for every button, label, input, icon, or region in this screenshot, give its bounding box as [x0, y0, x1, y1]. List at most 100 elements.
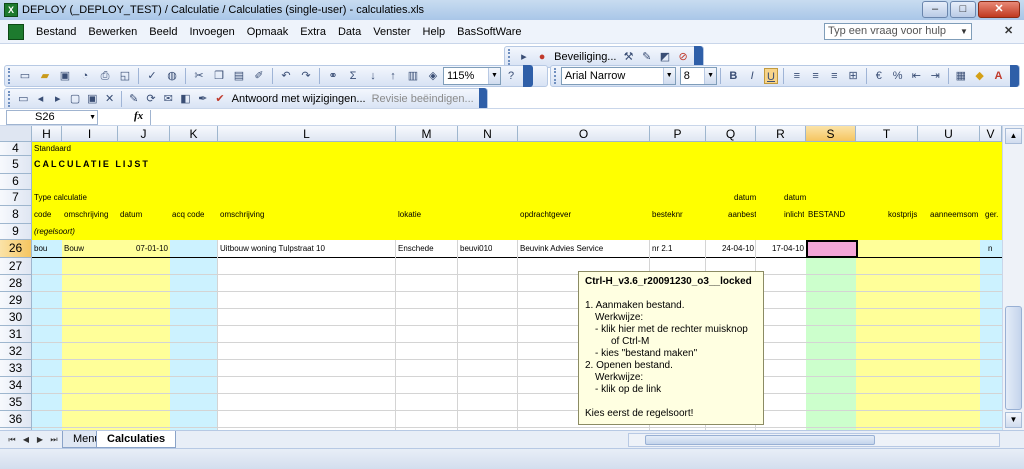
research-icon[interactable]: ◍: [164, 68, 180, 84]
col-header-t[interactable]: T: [856, 126, 918, 142]
row-header-30[interactable]: 30: [0, 309, 32, 326]
cell-v26[interactable]: n: [988, 244, 992, 253]
menu-beeld[interactable]: Beeld: [143, 26, 183, 38]
row-header-28[interactable]: 28: [0, 275, 32, 292]
vertical-scroll-thumb[interactable]: [1005, 306, 1022, 410]
row-header-7[interactable]: 7: [0, 190, 32, 206]
col-header-v[interactable]: V: [980, 126, 1002, 142]
next-comment-icon[interactable]: ▸: [51, 91, 64, 107]
selected-cell-s26[interactable]: [806, 240, 858, 258]
horizontal-scroll-thumb[interactable]: [645, 435, 875, 445]
row-header-35[interactable]: 35: [0, 394, 32, 411]
copy-icon[interactable]: ❐: [211, 68, 227, 84]
toolbar-grip[interactable]: [554, 68, 558, 84]
sort-ascending-icon[interactable]: ↓: [365, 68, 381, 84]
merge-center-icon[interactable]: ⊞: [846, 68, 861, 84]
underline-button[interactable]: U: [763, 68, 779, 84]
cell-j26[interactable]: 07-01-10: [118, 244, 168, 253]
open-folder-icon[interactable]: ▰: [37, 68, 53, 84]
permission-icon[interactable]: ◔: [77, 68, 93, 84]
pen-icon[interactable]: ✒: [196, 91, 209, 107]
undo-icon[interactable]: ↶: [278, 68, 294, 84]
autosum-icon[interactable]: Σ: [345, 68, 361, 84]
align-center-icon[interactable]: ≡: [808, 68, 823, 84]
reply-with-changes-button[interactable]: Antwoord met wijzigingen...: [229, 93, 369, 105]
borders-icon[interactable]: ▦: [953, 68, 968, 84]
cell-i26[interactable]: Bouw: [64, 244, 84, 253]
cut-icon[interactable]: ✂: [191, 68, 207, 84]
maximize-button[interactable]: □: [950, 1, 976, 18]
update-file-icon[interactable]: ⟳: [144, 91, 157, 107]
increase-indent-icon[interactable]: ⇥: [928, 68, 943, 84]
row-header-6[interactable]: 6: [0, 174, 32, 190]
cell-h26[interactable]: bou: [34, 244, 47, 253]
col-header-q[interactable]: Q: [706, 126, 756, 142]
menu-data[interactable]: Data: [332, 26, 367, 38]
scroll-down-icon[interactable]: ▼: [1005, 412, 1022, 428]
cell-r26[interactable]: 17-04-10: [756, 244, 804, 253]
delete-comment-icon[interactable]: ✕: [103, 91, 116, 107]
cell-o26[interactable]: Beuvink Advies Service: [520, 244, 603, 253]
drawing-icon[interactable]: ◈: [425, 68, 441, 84]
toolbar-grip[interactable]: [8, 68, 12, 84]
col-header-j[interactable]: J: [118, 126, 170, 142]
format-painter-icon[interactable]: ✐: [251, 68, 267, 84]
print-preview-icon[interactable]: ◱: [117, 68, 133, 84]
align-right-icon[interactable]: ≡: [827, 68, 842, 84]
save-icon[interactable]: ▣: [57, 68, 73, 84]
col-header-r[interactable]: R: [756, 126, 806, 142]
col-header-n[interactable]: N: [458, 126, 518, 142]
row-header-32[interactable]: 32: [0, 343, 32, 360]
decrease-indent-icon[interactable]: ⇤: [909, 68, 924, 84]
close-button[interactable]: ✕: [978, 1, 1020, 18]
menu-help[interactable]: Help: [417, 26, 452, 38]
workbook-icon[interactable]: [8, 23, 24, 40]
italic-button[interactable]: I: [745, 68, 760, 84]
help-icon[interactable]: ?: [503, 68, 519, 84]
font-size-select[interactable]: 8 ▼: [679, 67, 718, 85]
col-header-p[interactable]: P: [650, 126, 706, 142]
prev-sheet-icon[interactable]: ◀: [20, 433, 32, 446]
design-icon[interactable]: ◩: [658, 49, 672, 65]
bold-button[interactable]: B: [726, 68, 741, 84]
show-comment-icon[interactable]: ▢: [68, 91, 81, 107]
minimize-button[interactable]: –: [922, 1, 948, 18]
select-all-corner[interactable]: [0, 126, 32, 142]
col-header-o[interactable]: O: [518, 126, 650, 142]
toolbar-options-icon[interactable]: [1009, 65, 1020, 87]
zoom-select[interactable]: 115% ▼: [443, 67, 501, 85]
cell-n26[interactable]: beuvi010: [460, 244, 492, 253]
close-workbook-button[interactable]: ✕: [1004, 24, 1013, 37]
menu-bewerken[interactable]: Bewerken: [82, 26, 143, 38]
menu-opmaak[interactable]: Opmaak: [241, 26, 295, 38]
row-header-26[interactable]: 26: [0, 240, 32, 258]
first-sheet-icon[interactable]: ⏮: [6, 433, 18, 446]
chevron-down-icon[interactable]: ▼: [958, 25, 970, 38]
horizontal-scrollbar[interactable]: [628, 433, 1000, 447]
row-header-34[interactable]: 34: [0, 377, 32, 394]
tab-calculaties[interactable]: Calculaties: [96, 431, 177, 448]
col-header-s[interactable]: S: [806, 126, 856, 142]
formula-input[interactable]: [150, 110, 1020, 125]
next-sheet-icon[interactable]: ▶: [34, 433, 46, 446]
menu-invoegen[interactable]: Invoegen: [183, 26, 240, 38]
paste-icon[interactable]: ▤: [231, 68, 247, 84]
toolbar-grip[interactable]: [8, 91, 12, 107]
row-header-4[interactable]: 4: [0, 142, 32, 156]
new-document-icon[interactable]: ▭: [17, 68, 33, 84]
row-header-31[interactable]: 31: [0, 326, 32, 343]
row-header-5[interactable]: 5: [0, 156, 32, 174]
new-comment-icon[interactable]: ▭: [17, 91, 30, 107]
print-icon[interactable]: ⎙: [97, 68, 113, 84]
chevron-down-icon[interactable]: ▼: [662, 68, 675, 84]
menu-extra[interactable]: Extra: [294, 26, 332, 38]
chevron-down-icon[interactable]: ▼: [488, 68, 500, 84]
insert-function-icon[interactable]: fx: [134, 110, 143, 122]
reply-changes-icon[interactable]: ✔: [213, 91, 226, 107]
triangle-right-icon[interactable]: ▸: [517, 49, 531, 65]
currency-icon[interactable]: €: [871, 68, 886, 84]
row-header-8[interactable]: 8: [0, 206, 32, 224]
row-header-9[interactable]: 9: [0, 224, 32, 240]
col-header-h[interactable]: H: [32, 126, 62, 142]
font-select[interactable]: Arial Narrow ▼: [560, 67, 676, 85]
